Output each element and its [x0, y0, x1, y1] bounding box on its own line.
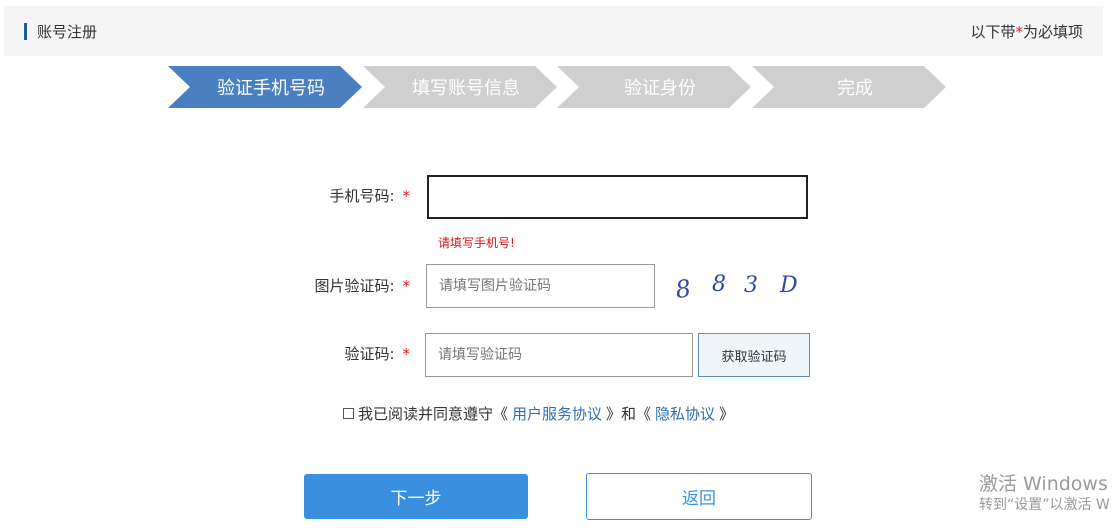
- image-code-label-text: 图片验证码:: [314, 277, 395, 295]
- image-code-label: 图片验证码: *: [310, 275, 410, 296]
- captcha-char: 8: [712, 272, 726, 297]
- step-account-info: 填写账号信息: [363, 66, 557, 108]
- agreement-prefix: 我已阅读并同意遵守《: [358, 405, 509, 423]
- step-label: 验证手机号码: [217, 78, 325, 99]
- get-code-button[interactable]: 获取验证码: [698, 333, 810, 377]
- step-verify-identity: 验证身份: [557, 66, 751, 108]
- agreement-suffix: 》: [719, 405, 735, 423]
- sms-code-label: 验证码: *: [310, 343, 410, 364]
- required-star: *: [402, 187, 411, 205]
- progress-steps: 验证手机号码 填写账号信息 验证身份 完成: [0, 0, 1116, 120]
- watermark-line-1: 激活 Windows: [979, 473, 1108, 495]
- step-label: 填写账号信息: [412, 78, 520, 99]
- watermark-line-2: 转到“设置”以激活 W: [979, 496, 1110, 513]
- phone-label-text: 手机号码:: [329, 187, 395, 205]
- back-button[interactable]: 返回: [586, 473, 812, 520]
- agreement-row: 我已阅读并同意遵守《 用户服务协议 》和《 隐私协议 》: [343, 403, 734, 424]
- sms-code-input[interactable]: [425, 333, 693, 377]
- step-verify-phone: 验证手机号码: [168, 66, 362, 108]
- required-star: *: [402, 277, 411, 295]
- required-star: *: [402, 345, 411, 363]
- image-code-input[interactable]: [426, 264, 655, 308]
- captcha-image[interactable]: 8 8 3 D: [672, 266, 812, 306]
- captcha-char: 3: [744, 273, 758, 298]
- phone-label: 手机号码: *: [310, 185, 410, 206]
- phone-input[interactable]: [427, 175, 808, 219]
- next-step-button[interactable]: 下一步: [304, 474, 528, 519]
- privacy-policy-link[interactable]: 隐私协议: [655, 403, 715, 424]
- windows-activation-watermark: 激活 Windows 转到“设置”以激活 W: [979, 473, 1110, 514]
- agreement-checkbox[interactable]: [343, 408, 354, 419]
- sms-code-label-text: 验证码:: [344, 345, 395, 363]
- step-label: 完成: [837, 78, 873, 99]
- phone-error-message: 请填写手机号!: [438, 236, 515, 250]
- user-agreement-link[interactable]: 用户服务协议: [512, 403, 602, 424]
- step-complete: 完成: [752, 66, 946, 108]
- captcha-char: D: [779, 273, 798, 298]
- step-label: 验证身份: [624, 78, 696, 99]
- captcha-char: 8: [674, 274, 693, 304]
- agreement-mid: 》和《: [606, 405, 652, 423]
